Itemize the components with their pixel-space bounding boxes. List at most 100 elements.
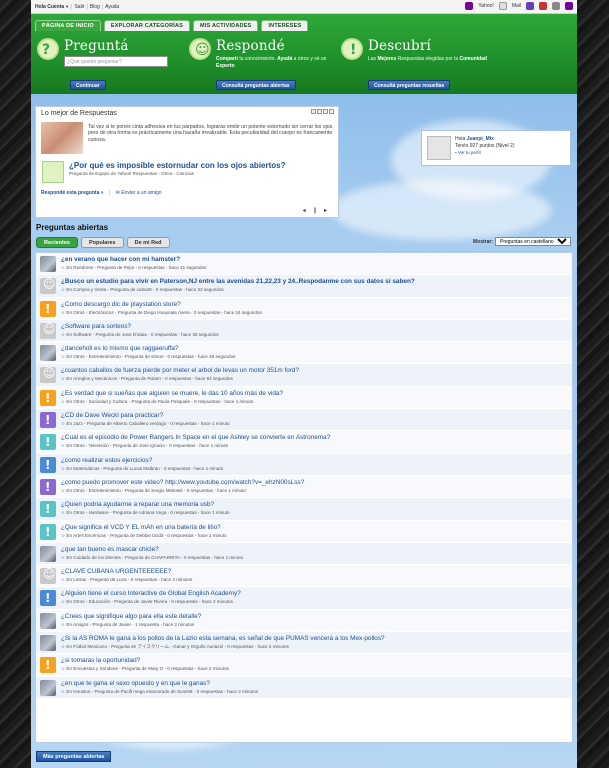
- list-item: ☺ ¿CLAVE CUBANA URGENTEEEEEE? ☆ En Letras …: [36, 565, 572, 588]
- avatar[interactable]: [40, 256, 56, 272]
- question-meta: ☆ En Otros - Hardware - Pregunta de Adri…: [61, 510, 230, 516]
- question-link[interactable]: ¿cuantos caballos de fuerza pierde por m…: [61, 367, 299, 374]
- tab-explore[interactable]: EXPLORAR CATEGORÍAS: [103, 20, 191, 31]
- question-link[interactable]: ¿Crees que signifique algo para ella est…: [61, 613, 201, 620]
- question-link[interactable]: ¿Como descargo dlc de playstation store?: [61, 301, 181, 308]
- avatar[interactable]: [40, 635, 56, 652]
- question-avatar-icon[interactable]: ☺: [40, 366, 56, 384]
- settings-icon[interactable]: [552, 2, 560, 10]
- question-avatar-icon[interactable]: !: [40, 456, 56, 473]
- question-avatar-icon[interactable]: !: [40, 478, 56, 495]
- answer-section: ☺ Respondé Compartí tu conocimiento. Ayu…: [189, 38, 349, 92]
- carousel-dot[interactable]: [317, 109, 322, 114]
- question-link[interactable]: ¿Cual es el episodio de Power Rangers In…: [61, 434, 330, 441]
- tab-popular[interactable]: Populares: [81, 237, 124, 248]
- question-meta: ☆ En Otros - Entretenimiento - Pregunta …: [61, 354, 236, 360]
- tab-interests[interactable]: INTERESES: [261, 20, 309, 31]
- best-title: Lo mejor de Respuestas: [41, 110, 117, 117]
- question-meta: ☆ En Arreglos y Mecánicos - Pregunta de …: [61, 376, 233, 382]
- messenger-icon[interactable]: [526, 2, 534, 10]
- chevron-down-icon[interactable]: ▼: [65, 4, 69, 9]
- show-label: Mostrar:: [472, 238, 493, 245]
- question-link[interactable]: ¿Alguien tiene el curso Interactive de G…: [61, 590, 241, 597]
- yahoo-logo-icon[interactable]: [565, 2, 573, 10]
- question-avatar-icon[interactable]: !: [40, 590, 56, 607]
- carousel-dot[interactable]: [329, 109, 334, 114]
- best-image: [41, 122, 83, 154]
- best-meta: Pregunta de Equipo de Yahoo! Respuestas …: [69, 171, 194, 176]
- continue-button[interactable]: Continuar: [70, 80, 106, 90]
- language-select[interactable]: Preguntas en castellano: [495, 237, 571, 246]
- tab-recent[interactable]: Recientes: [36, 237, 78, 248]
- avatar[interactable]: [40, 612, 56, 629]
- question-link[interactable]: ¿en que te gana el sexo opuesto y en que…: [61, 680, 210, 687]
- ask-section: ? Preguntá ¿Qué querés preguntar? Contin…: [37, 38, 187, 92]
- question-avatar-icon[interactable]: ☺: [40, 277, 56, 295]
- blog-link[interactable]: Blog: [90, 4, 100, 10]
- avatar[interactable]: [427, 136, 451, 160]
- question-avatar-icon[interactable]: !: [40, 434, 56, 451]
- question-avatar-icon[interactable]: !: [40, 657, 56, 674]
- question-link[interactable]: ¿como puedo promover este video? http://…: [61, 479, 304, 486]
- avatar[interactable]: [40, 679, 56, 696]
- user-greeting[interactable]: Hola Cuenta: [35, 4, 64, 10]
- question-link[interactable]: ¿que tan bueno es mascar chicle?: [61, 546, 159, 553]
- question-avatar-icon[interactable]: !: [40, 523, 56, 540]
- question-avatar-icon[interactable]: !: [40, 412, 56, 429]
- question-avatar-icon[interactable]: !: [40, 300, 56, 317]
- question-link[interactable]: ¿CD de Dave Weckl para practicar?: [61, 412, 163, 419]
- answer-description: Compartí tu conocimiento. Ayudá a otros …: [216, 56, 327, 69]
- tab-my-activities[interactable]: MIS ACTIVIDADES: [193, 20, 259, 31]
- mail-icon[interactable]: [498, 2, 507, 10]
- question-avatar-icon[interactable]: !: [40, 501, 56, 518]
- open-questions-button[interactable]: Consultá preguntas abiertas: [216, 80, 296, 90]
- question-meta: ☆ En Otros - Educación - Pregunta de Jav…: [61, 599, 233, 605]
- avatar[interactable]: [40, 545, 56, 562]
- question-link[interactable]: ¿Quien podria ayudarme a reparar una mem…: [61, 501, 214, 508]
- question-meta: ☆ En Otros - Electrónicos - Pregunta de …: [61, 309, 262, 315]
- question-link[interactable]: ¿Software para sorteos?: [61, 323, 131, 330]
- question-link[interactable]: ¿CLAVE CUBANA URGENTEEEEEE?: [61, 568, 171, 575]
- best-question-link[interactable]: ¿Por qué es imposible estornudar con los…: [69, 161, 285, 170]
- profile-link[interactable]: ▪ Ver tu perfil: [455, 150, 481, 155]
- question-meta: ☆ En Otros - Sociedad y Cultura - Pregun…: [61, 398, 254, 404]
- exclamation-icon: !: [341, 38, 363, 60]
- more-questions-button[interactable]: Más preguntas abiertas: [36, 751, 112, 762]
- carousel-controls[interactable]: ◂ ∥ ▸: [303, 207, 330, 214]
- ask-input[interactable]: ¿Qué querés preguntar?: [64, 56, 168, 67]
- yahoo-icon[interactable]: [465, 2, 474, 10]
- app-icon[interactable]: [539, 2, 547, 10]
- yahoo-link[interactable]: Yahoo!: [478, 3, 493, 9]
- question-link[interactable]: ¿como realizar estos ejercicios?: [61, 457, 152, 464]
- user-panel: Hola Juanpi_Mix Tenés 927 puntos (Nivel …: [421, 130, 571, 166]
- question-meta: ☆ En Letras - Pregunta de Luna - 0 respu…: [61, 577, 193, 583]
- carousel-dot[interactable]: [311, 109, 316, 114]
- avatar[interactable]: [40, 345, 56, 362]
- question-avatar-icon[interactable]: !: [40, 389, 56, 406]
- question-link[interactable]: ¿Busco un estudio para vivir en Paterson…: [61, 278, 415, 285]
- logout-link[interactable]: Salir: [74, 4, 84, 10]
- question-link[interactable]: ¿si tomaras la oportunidad?: [61, 657, 140, 664]
- best-footer: Respondé esta pregunta » | ✉ Enviar a un…: [41, 190, 162, 196]
- question-meta: ☆ En Otros - Televisión - Pregunta de Jo…: [61, 443, 229, 449]
- resolved-questions-button[interactable]: Consultá preguntas resueltas: [368, 80, 451, 90]
- carousel-dot[interactable]: [323, 109, 328, 114]
- mail-link[interactable]: Mail: [512, 3, 521, 9]
- question-link[interactable]: ¿Si la AS ROMA le gana a los pollos de l…: [61, 635, 385, 642]
- send-to-friend-link[interactable]: Enviar a un amigo: [121, 190, 161, 196]
- carousel-dots: [311, 109, 334, 114]
- tab-my-network[interactable]: De mi Red: [126, 237, 170, 248]
- question-avatar-icon[interactable]: ☺: [40, 322, 56, 339]
- question-link[interactable]: ¿Que significa el VCD Y EL mAh en una ba…: [61, 524, 221, 531]
- question-icon: ?: [37, 38, 59, 60]
- tab-home[interactable]: PÁGINA DE INICIO: [35, 20, 101, 31]
- username-link[interactable]: Juanpi_Mix: [467, 136, 494, 142]
- question-link[interactable]: ¿en verano que hacer con mi hamster?: [61, 256, 180, 263]
- list-item: ! ¿como realizar estos ejercicios? ☆ En Ma…: [36, 453, 572, 476]
- answer-question-link[interactable]: Respondé esta pregunta »: [41, 190, 104, 196]
- question-avatar-icon[interactable]: ☺: [40, 567, 56, 585]
- question-link[interactable]: ¿Es verdad que si sueñas que alguien se …: [61, 390, 283, 397]
- help-link[interactable]: Ayuda: [105, 4, 119, 10]
- question-meta: ☆ En Artes Escénicas - Pregunta de Debbi…: [61, 532, 227, 538]
- question-link[interactable]: ¿danceholl es lo mismo que raggaeruffa?: [61, 345, 178, 352]
